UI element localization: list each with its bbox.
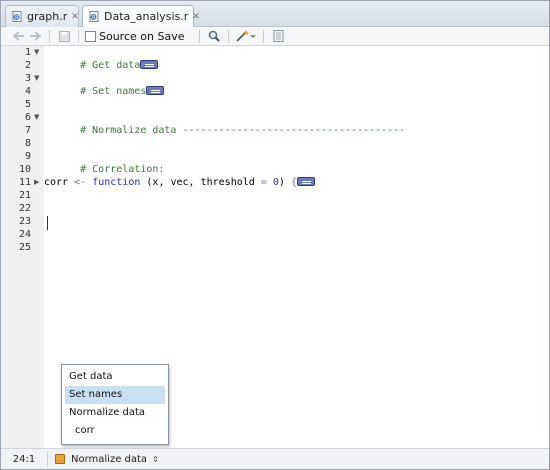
editor-toolbar: Source on Save <box>1 27 549 46</box>
collapsed-fold-icon[interactable] <box>297 176 315 186</box>
forward-arrow-icon[interactable] <box>27 28 43 44</box>
line-number: 4 <box>24 86 31 97</box>
line-number: 1 <box>24 47 31 58</box>
collapsed-fold-icon[interactable] <box>140 59 159 69</box>
cursor-position: 24:1 <box>12 453 36 465</box>
fold-toggle-icon[interactable]: ▼ <box>34 111 39 124</box>
tab-graph-r[interactable]: R graph.r ✕ <box>5 5 79 27</box>
r-file-icon: R <box>12 11 23 22</box>
code-line: # Correlation: <box>44 150 164 175</box>
tab-data-analysis-r[interactable]: R Data_analysis.r ✕ <box>82 5 200 28</box>
toolbar-divider <box>263 29 265 43</box>
source-on-save-checkbox[interactable] <box>85 30 96 42</box>
line-number: 8 <box>24 138 31 149</box>
line-number: 7 <box>24 125 31 136</box>
line-number: 2 <box>24 60 31 71</box>
popup-item-get-data[interactable]: Get data <box>65 368 165 386</box>
close-icon[interactable]: ✕ <box>192 12 200 22</box>
code-line: # Set names <box>44 72 165 97</box>
fold-toggle-icon[interactable]: ▼ <box>34 46 39 59</box>
svg-text:R: R <box>15 15 19 21</box>
identifier-text: corr <box>44 177 69 188</box>
scope-selector[interactable]: Normalize data ⇕ <box>48 454 159 465</box>
fold-toggle-icon[interactable]: ▶ <box>34 176 39 189</box>
status-bar: 24:1 Normalize data ⇕ <box>1 448 549 469</box>
arguments-text: (x, vec, threshold <box>146 177 255 188</box>
comment-text: # Set names <box>80 86 147 97</box>
line-number: 23 <box>18 216 31 227</box>
line-number: 5 <box>24 99 31 110</box>
line-number: 24 <box>18 229 31 240</box>
code-line: corr <- function (x, vec, threshold = 0)… <box>44 176 315 189</box>
collapsed-fold-icon[interactable] <box>146 85 165 95</box>
search-icon[interactable] <box>206 28 222 44</box>
section-icon <box>55 454 65 464</box>
scope-popup-menu: Get data Set names Normalize data corr <box>61 364 169 445</box>
line-number: 10 <box>18 164 31 175</box>
tab-label: graph.r <box>27 10 68 23</box>
toolbar-divider <box>199 29 201 43</box>
toolbar-divider <box>49 29 50 43</box>
magic-wand-icon[interactable] <box>235 28 257 44</box>
line-number: 3 <box>24 73 31 84</box>
updown-chevron-icon: ⇕ <box>152 454 159 464</box>
toolbar-divider <box>78 29 79 43</box>
equals-operator: = <box>260 177 267 188</box>
code-line: # Normalize data -----------------------… <box>44 111 405 136</box>
popup-item-set-names[interactable]: Set names <box>65 386 165 404</box>
code-line: # Get data <box>44 46 159 71</box>
svg-text:R: R <box>92 15 96 21</box>
line-number: 22 <box>18 203 31 214</box>
close-icon[interactable]: ✕ <box>71 12 79 22</box>
back-arrow-icon[interactable] <box>11 28 27 44</box>
line-number: 21 <box>18 190 31 201</box>
popup-item-normalize-data[interactable]: Normalize data <box>65 404 165 422</box>
close-paren: ) <box>278 177 285 188</box>
line-number: 6 <box>24 112 31 123</box>
save-icon[interactable] <box>56 28 72 44</box>
line-number-gutter: 1 ▼ 2 3 ▼ 4 5 6 ▼ 7 8 9 10 11 ▶ 21 22 23… <box>1 46 44 448</box>
fold-toggle-icon[interactable]: ▼ <box>34 72 39 85</box>
comment-text: # Correlation: <box>80 164 165 175</box>
editor-window: R graph.r ✕ R Data_analysis.r ✕ Source o… <box>0 0 550 470</box>
scope-label: Normalize data <box>71 453 148 465</box>
toolbar-divider <box>228 29 230 43</box>
comment-text: # Normalize data -----------------------… <box>80 125 406 136</box>
source-on-save-label: Source on Save <box>99 29 185 43</box>
line-number: 9 <box>24 151 31 162</box>
assign-operator: <- <box>74 177 87 188</box>
line-number: 11 <box>18 177 31 188</box>
compile-notebook-icon[interactable] <box>270 28 286 44</box>
comment-text: # Get data <box>80 60 141 71</box>
tab-label: Data_analysis.r <box>104 10 189 23</box>
text-cursor <box>47 216 48 230</box>
line-number: 25 <box>18 242 31 253</box>
tab-bar: R graph.r ✕ R Data_analysis.r ✕ <box>1 1 549 28</box>
popup-item-corr[interactable]: corr <box>65 422 165 440</box>
r-file-icon: R <box>89 11 100 22</box>
keyword-text: function <box>92 177 141 188</box>
